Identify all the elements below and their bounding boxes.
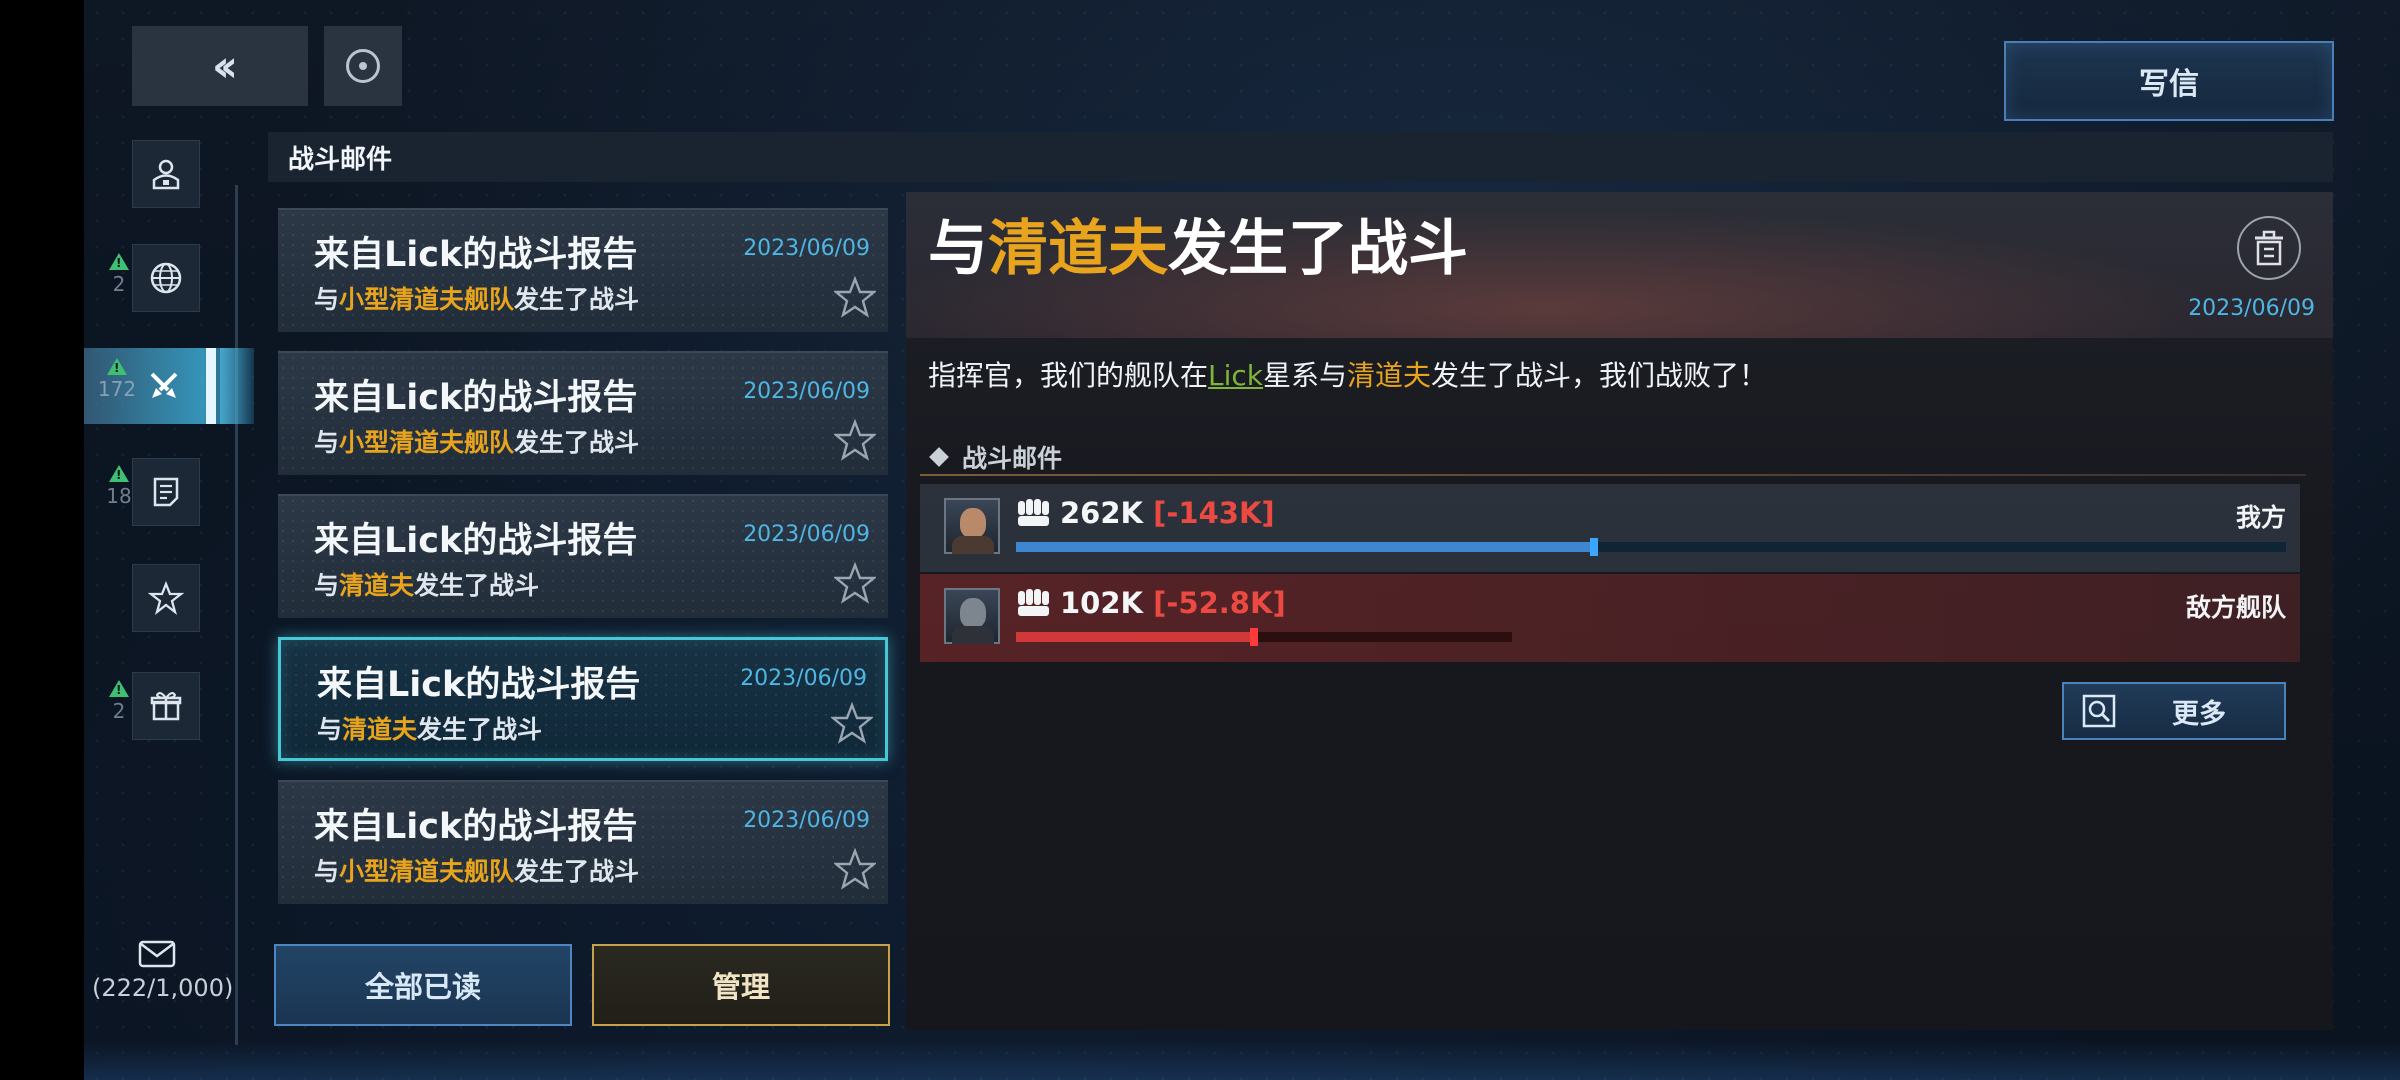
sidebar-divider — [235, 185, 238, 1045]
mail-subtitle: 与小型清道夫舰队发生了战斗 — [314, 428, 640, 457]
mail-detail-panel: 与清道夫发生了战斗 2023/06/09 指挥官，我们的舰队在Lick星系与清道… — [906, 192, 2333, 1030]
mail-title: 来自Lick的战斗报告 — [317, 665, 641, 705]
battle-swords-icon — [150, 372, 178, 398]
envelope-icon — [138, 940, 176, 968]
mail-title: 来自Lick的战斗报告 — [314, 807, 638, 847]
mail-subtitle: 与清道夫发生了战斗 — [314, 571, 540, 600]
globe-icon — [150, 262, 182, 294]
power-fist-icon — [1018, 589, 1049, 616]
mailbox-capacity: (222/1,000) — [92, 940, 233, 1002]
enemy-commander-avatar — [944, 588, 1000, 644]
person-icon — [152, 159, 180, 190]
galaxy-link[interactable]: Lick — [1208, 359, 1263, 392]
enemy-fleet-row: 102K [-52.8K] 敌方舰队 — [920, 574, 2300, 662]
mail-list-item[interactable]: 来自Lick的战斗报告 2023/06/09 与清道夫发生了战斗 — [278, 494, 888, 618]
detail-date: 2023/06/09 — [2188, 296, 2315, 321]
read-all-button[interactable]: 全部已读 — [274, 944, 572, 1026]
trash-icon — [2255, 230, 2283, 266]
battle-section-label: 战斗邮件 — [929, 439, 1062, 475]
mail-subtitle: 与小型清道夫舰队发生了战斗 — [314, 857, 640, 886]
section-divider — [920, 474, 2306, 476]
battle-badge: 172 — [92, 358, 142, 401]
star-icon[interactable] — [834, 276, 876, 318]
sidebar-item-globe[interactable] — [132, 244, 200, 312]
our-fleet-row: 262K [-143K] 我方 — [920, 484, 2300, 572]
mail-list-item[interactable]: 来自Lick的战斗报告 2023/06/09 与清道夫发生了战斗 — [278, 637, 888, 761]
star-icon[interactable] — [831, 702, 873, 744]
detail-title: 与清道夫发生了战斗 — [928, 214, 1468, 284]
sidebar-item-favorites[interactable] — [132, 564, 200, 632]
write-mail-button[interactable]: 写信 — [2004, 41, 2334, 121]
our-commander-avatar — [944, 498, 1000, 554]
back-button[interactable]: ‹‹ — [132, 26, 308, 106]
our-power-bar — [1016, 538, 2286, 556]
section-title: 战斗邮件 — [268, 132, 2333, 182]
mail-list-item[interactable]: 来自Lick的战斗报告 2023/06/09 与小型清道夫舰队发生了战斗 — [278, 351, 888, 475]
mail-list-item[interactable]: 来自Lick的战斗报告 2023/06/09 与小型清道夫舰队发生了战斗 — [278, 208, 888, 332]
manage-button[interactable]: 管理 — [592, 944, 890, 1026]
star-icon[interactable] — [834, 419, 876, 461]
alert-triangle-icon — [109, 253, 129, 270]
mail-title: 来自Lick的战斗报告 — [314, 235, 638, 275]
gift-icon — [150, 692, 182, 721]
mail-date: 2023/06/09 — [740, 666, 867, 691]
star-icon[interactable] — [834, 562, 876, 604]
double-chevron-left-icon: ‹‹ — [211, 40, 238, 92]
diamond-icon — [929, 447, 949, 467]
mail-date: 2023/06/09 — [743, 236, 870, 261]
alert-triangle-icon — [107, 358, 127, 375]
mail-subtitle: 与清道夫发生了战斗 — [317, 715, 543, 744]
mail-date: 2023/06/09 — [743, 522, 870, 547]
enemy-power-bar — [1016, 628, 1512, 646]
refresh-button[interactable] — [324, 26, 402, 106]
our-power: 262K [-143K] — [1060, 496, 1275, 530]
mail-title: 来自Lick的战斗报告 — [314, 378, 638, 418]
more-button[interactable]: 更多 — [2062, 682, 2286, 740]
detail-message: 指挥官，我们的舰队在Lick星系与清道夫发生了战斗，我们战败了！ — [928, 359, 1768, 392]
power-fist-icon — [1018, 499, 1049, 526]
mail-title: 来自Lick的战斗报告 — [314, 521, 638, 561]
sidebar-item-documents[interactable] — [132, 458, 200, 526]
alert-triangle-icon — [109, 680, 129, 697]
mail-list-item[interactable]: 来自Lick的战斗报告 2023/06/09 与小型清道夫舰队发生了战斗 — [278, 780, 888, 904]
magnifier-icon — [2082, 694, 2116, 728]
sidebar-item-battle[interactable]: 172 — [84, 348, 254, 424]
circle-dot-icon — [346, 49, 380, 83]
our-side-label: 我方 — [2235, 503, 2286, 532]
mail-date: 2023/06/09 — [743, 808, 870, 833]
document-icon — [153, 477, 179, 507]
mail-date: 2023/06/09 — [743, 379, 870, 404]
star-icon[interactable] — [834, 848, 876, 890]
enemy-side-label: 敌方舰队 — [2185, 593, 2286, 622]
mail-subtitle: 与小型清道夫舰队发生了战斗 — [314, 285, 640, 314]
delete-button[interactable] — [2237, 216, 2301, 280]
star-icon — [148, 580, 184, 616]
enemy-power: 102K [-52.8K] — [1060, 586, 1286, 620]
sidebar-item-gifts[interactable] — [132, 672, 200, 740]
alert-triangle-icon — [109, 465, 129, 482]
sidebar-item-personal[interactable] — [132, 140, 200, 208]
